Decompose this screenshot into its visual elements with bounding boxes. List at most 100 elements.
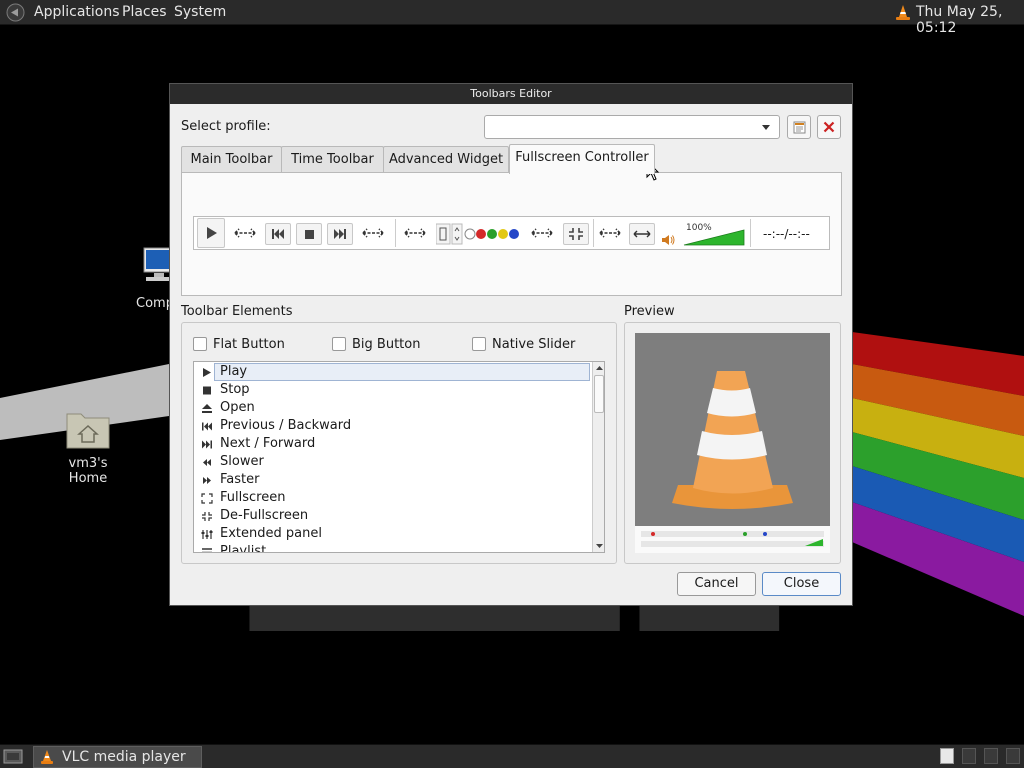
list-item-label: Next / Forward — [220, 436, 316, 451]
native-slider-checkbox[interactable] — [472, 337, 486, 351]
defullscreen-icon — [569, 228, 583, 240]
list-item-label: Slower — [220, 454, 264, 469]
menu-applications[interactable]: Applications — [34, 4, 120, 20]
stop-icon — [203, 386, 211, 395]
list-item-extended-panel[interactable]: Extended panel — [194, 525, 592, 543]
volume-slider[interactable]: 100% — [682, 222, 746, 248]
tab-fullscreen-controller[interactable]: Fullscreen Controller — [509, 144, 655, 174]
list-item-label: Open — [220, 400, 255, 415]
workspace-4[interactable] — [1006, 748, 1020, 764]
stop-icon — [305, 230, 314, 239]
fullscreen-icon — [201, 493, 213, 504]
vlc-cone-icon — [635, 333, 830, 553]
list-item-label: Previous / Backward — [220, 418, 352, 433]
big-button-label[interactable]: Big Button — [352, 337, 420, 352]
toolbar-previous-button[interactable] — [265, 223, 291, 245]
play-icon — [207, 227, 217, 239]
list-item-open[interactable]: Open — [194, 399, 592, 417]
separator — [750, 219, 751, 247]
list-item-playlist[interactable]: Playlist — [194, 543, 592, 553]
toolbar-next-button[interactable] — [327, 223, 353, 245]
chevron-down-icon — [762, 125, 770, 130]
separator — [593, 219, 594, 247]
cancel-button-label: Cancel — [694, 576, 739, 591]
volume-value: 100% — [686, 223, 712, 233]
list-item-label: Play — [220, 364, 248, 379]
new-profile-icon — [793, 121, 806, 134]
home-folder-icon — [66, 413, 110, 449]
show-desktop-icon[interactable] — [3, 748, 23, 765]
menu-system[interactable]: System — [174, 4, 226, 20]
delete-profile-button[interactable] — [817, 115, 841, 139]
flat-button-checkbox[interactable] — [193, 337, 207, 351]
workspace-1[interactable] — [940, 748, 954, 764]
new-profile-button[interactable] — [787, 115, 811, 139]
tab-time-toolbar[interactable]: Time Toolbar — [281, 146, 384, 173]
list-item-label: Playlist — [220, 544, 267, 553]
spacer-icon[interactable] — [232, 227, 258, 239]
list-item-label: Fullscreen — [220, 490, 286, 505]
list-item-previous-backward[interactable]: Previous / Backward — [194, 417, 592, 435]
toolbar-elements-label: Toolbar Elements — [181, 304, 293, 319]
list-item-slower[interactable]: Slower — [194, 453, 592, 471]
slower-icon — [203, 459, 211, 466]
volume-speaker-icon[interactable] — [660, 233, 676, 247]
tab-main-toolbar[interactable]: Main Toolbar — [181, 146, 282, 173]
toolbar-stop-button[interactable] — [296, 223, 322, 245]
scrollbar-thumb[interactable] — [594, 375, 604, 413]
play-icon — [203, 368, 211, 377]
spacer-icon[interactable] — [597, 227, 623, 239]
advanced-buttons-cluster[interactable] — [435, 223, 526, 245]
vlc-tray-icon[interactable] — [894, 4, 912, 21]
big-button-checkbox[interactable] — [332, 337, 346, 351]
toolbar-defullscreen-button[interactable] — [563, 223, 589, 245]
scroll-up-icon[interactable] — [593, 362, 605, 374]
vlc-cone-icon — [41, 750, 53, 764]
tab-advanced-widget[interactable]: Advanced Widget — [383, 146, 509, 173]
list-item-stop[interactable]: Stop — [194, 381, 592, 399]
spacer-icon[interactable] — [402, 227, 428, 239]
elements-list[interactable]: Play Stop Open Previous / Backward Next … — [193, 361, 605, 553]
faster-icon — [203, 477, 211, 484]
eject-icon — [202, 404, 212, 413]
list-item-label: Stop — [220, 382, 250, 397]
list-item-faster[interactable]: Faster — [194, 471, 592, 489]
toolbars-editor-dialog: Toolbars Editor Select profile: Main Too… — [169, 83, 853, 606]
desktop-icon-label: vm3's Home — [68, 456, 108, 486]
spacer-icon[interactable] — [529, 227, 555, 239]
dialog-title[interactable]: Toolbars Editor — [170, 84, 852, 104]
close-button[interactable]: Close — [762, 572, 841, 596]
cancel-button[interactable]: Cancel — [677, 572, 756, 596]
taskbar-item-label: VLC media player — [62, 749, 186, 765]
toolbar-play-button[interactable] — [197, 218, 225, 248]
toolbar-expanding-spacer[interactable] — [629, 223, 655, 245]
list-item-label: Extended panel — [220, 526, 322, 541]
distro-logo-icon[interactable] — [6, 3, 25, 22]
list-item-next-forward[interactable]: Next / Forward — [194, 435, 592, 453]
workspace-3[interactable] — [984, 748, 998, 764]
top-panel: Applications Places System Thu May 25, 0… — [0, 0, 1024, 36]
bottom-taskbar: VLC media player — [0, 744, 1024, 768]
list-item-play[interactable]: Play — [194, 363, 592, 381]
selection-highlight — [214, 363, 590, 381]
fullscreen-toolbar-editor[interactable]: 100% — [193, 216, 830, 250]
close-icon — [823, 121, 835, 133]
elements-scrollbar[interactable] — [592, 362, 605, 552]
taskbar-vlc-item[interactable]: VLC media player — [33, 746, 202, 768]
list-item-label: De-Fullscreen — [220, 508, 309, 523]
desktop-icon-home[interactable]: vm3's Home — [48, 408, 128, 486]
list-item-de-fullscreen[interactable]: De-Fullscreen — [194, 507, 592, 525]
workspace-2[interactable] — [962, 748, 976, 764]
scroll-down-icon[interactable] — [593, 540, 605, 552]
list-item-fullscreen[interactable]: Fullscreen — [194, 489, 592, 507]
expand-arrows-icon — [633, 230, 651, 238]
native-slider-label[interactable]: Native Slider — [492, 337, 575, 352]
preview-image — [635, 333, 830, 553]
spacer-icon[interactable] — [360, 227, 386, 239]
defullscreen-icon — [202, 512, 212, 521]
flat-button-label[interactable]: Flat Button — [213, 337, 285, 352]
profile-select[interactable] — [484, 115, 780, 139]
playlist-icon — [202, 548, 212, 552]
advanced-buttons-icon — [435, 223, 519, 245]
menu-places[interactable]: Places — [122, 4, 167, 20]
